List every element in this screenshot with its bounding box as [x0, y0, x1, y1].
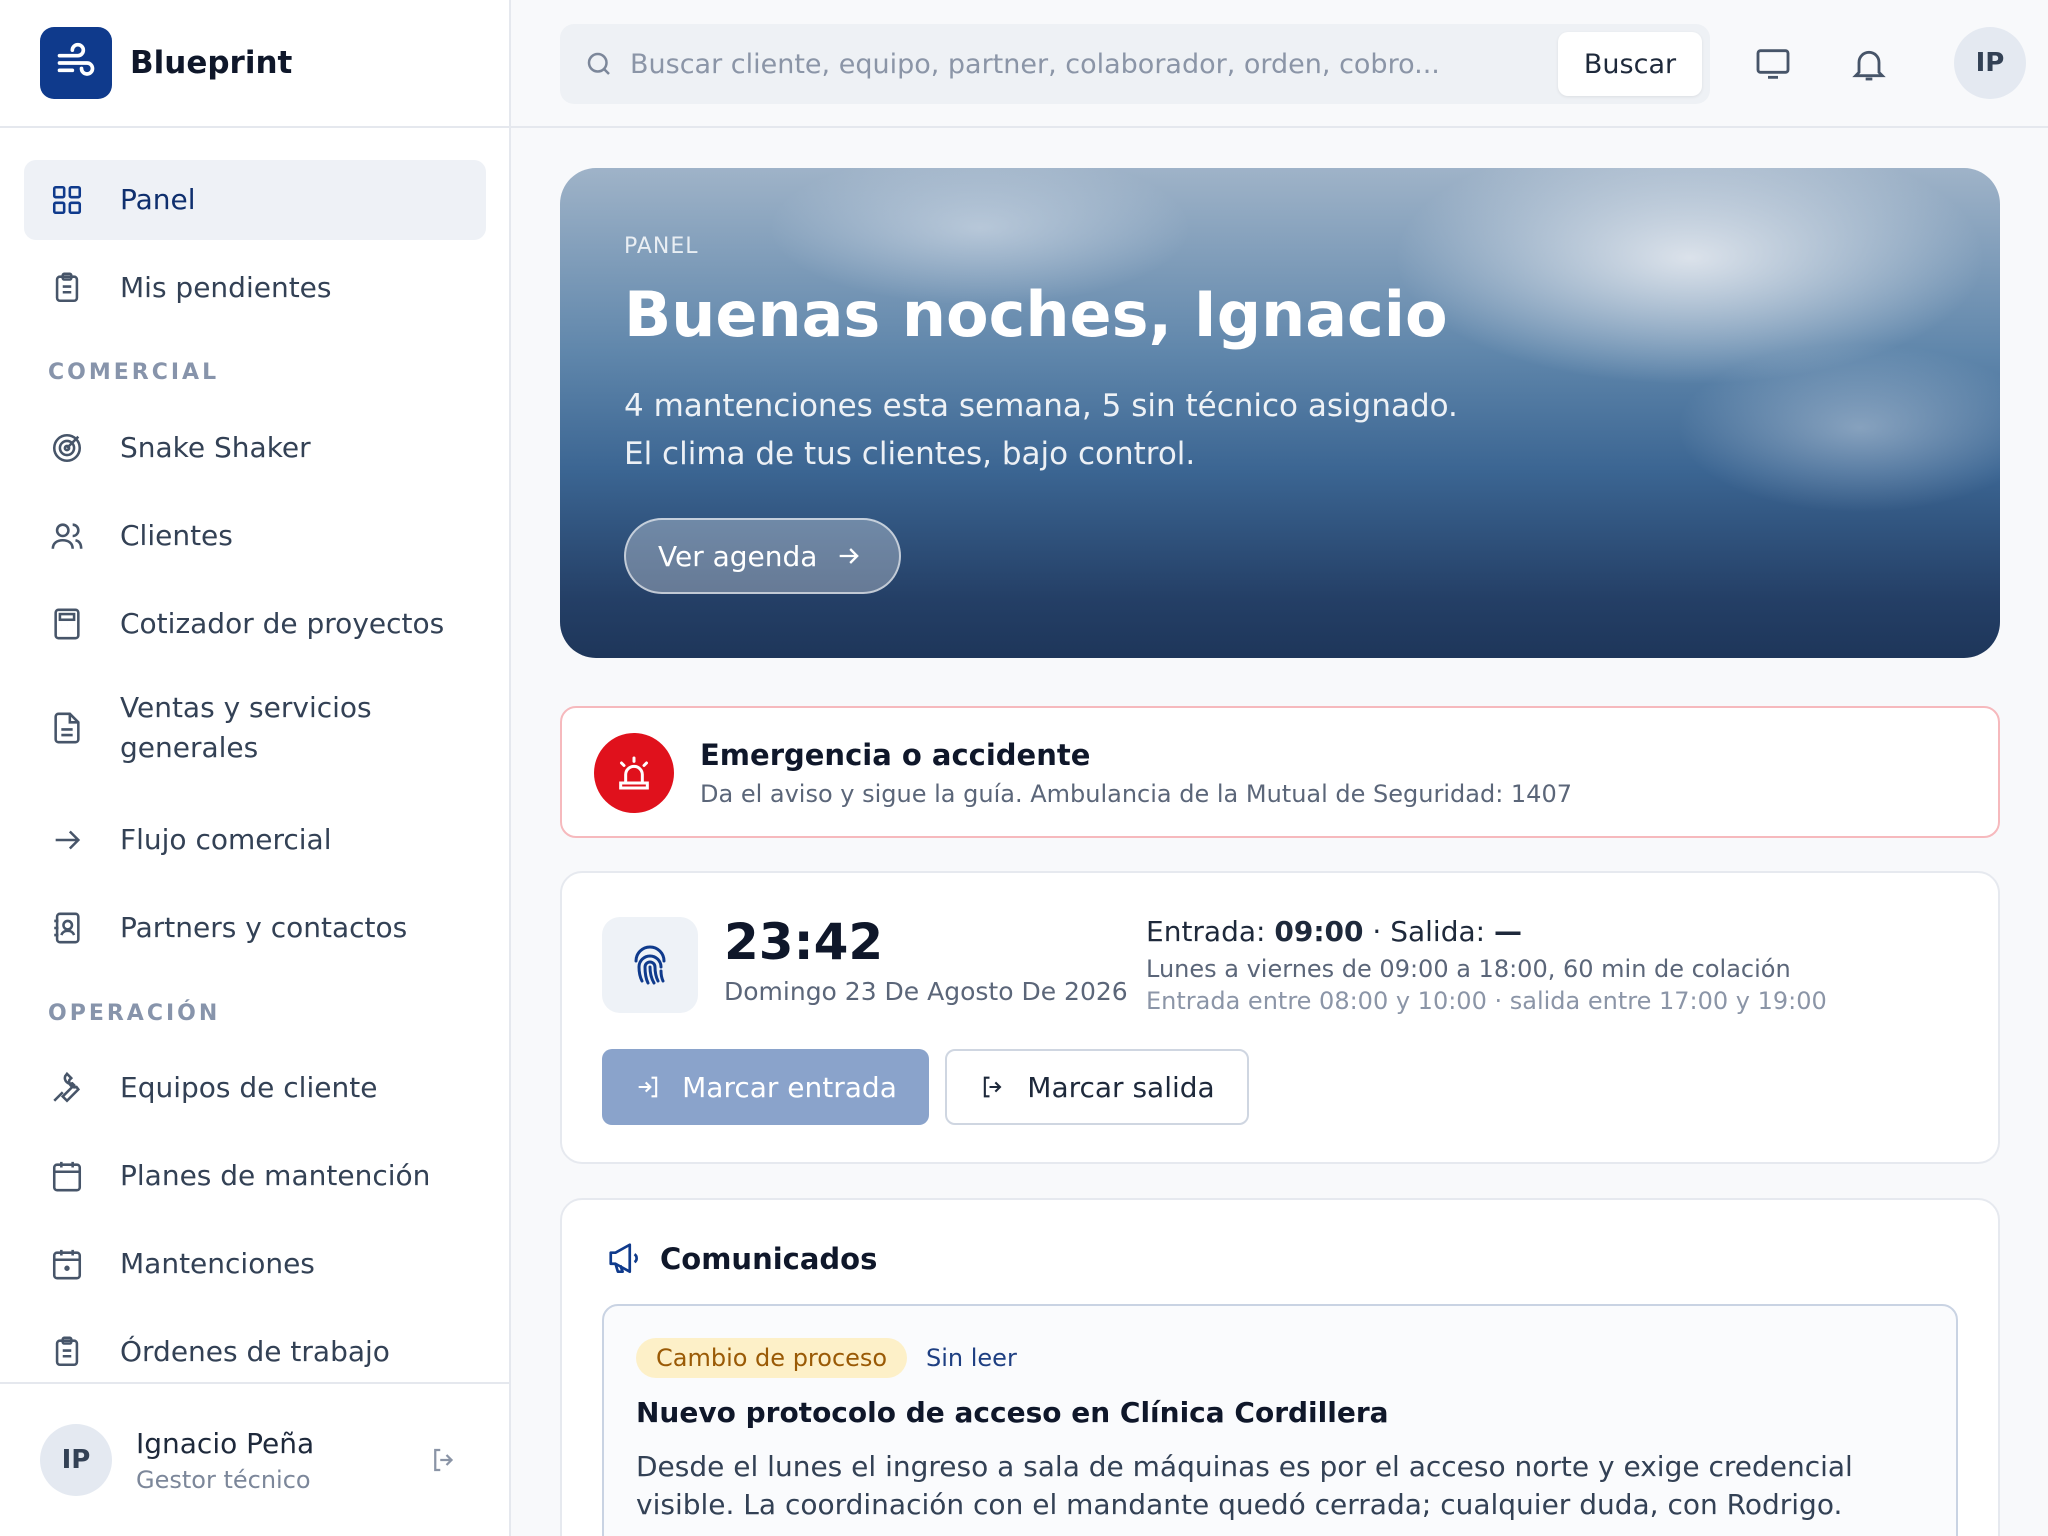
sidebar-item-label: Ventas y servicios generales	[120, 691, 372, 764]
sidebar: Blueprint Panel Mis pendientes COMERCIAL…	[0, 0, 511, 1536]
file-icon	[54, 712, 80, 744]
target-icon	[52, 433, 82, 463]
communications-title: Comunicados	[660, 1242, 878, 1276]
announcement-item[interactable]: Cambio de proceso Sin leer Nuevo protoco…	[602, 1304, 1958, 1536]
category-badge: Cambio de proceso	[636, 1338, 908, 1378]
logout-icon[interactable]	[429, 1445, 459, 1475]
brand[interactable]: Blueprint	[0, 0, 509, 128]
sidebar-item-snake-shaker[interactable]: Snake Shaker	[24, 408, 486, 488]
sidebar-item-label: Partners y contactos	[120, 911, 408, 944]
sidebar-item-label: Snake Shaker	[120, 431, 311, 464]
clipboard-list-icon	[55, 1336, 79, 1367]
sidebar-item-label: Clientes	[120, 519, 233, 552]
emergency-description: Da el aviso y sigue la guía. Ambulancia …	[700, 780, 1572, 808]
clock-out-label: Marcar salida	[1027, 1070, 1215, 1104]
clipboard-icon	[55, 272, 79, 303]
entry-value: 09:00	[1274, 915, 1364, 948]
section-label-operacion: OPERACIÓN	[48, 1001, 221, 1026]
contact-book-icon	[54, 912, 80, 944]
clock-in-button[interactable]: Marcar entrada	[602, 1049, 929, 1125]
attendance-card: 23:42 Domingo 23 De Agosto De 2026 Entra…	[560, 871, 2000, 1164]
logout-icon	[984, 1076, 1002, 1098]
fingerprint-icon	[602, 917, 698, 1013]
sidebar-item-label: Flujo comercial	[120, 823, 332, 856]
ver-agenda-label: Ver agenda	[658, 539, 818, 573]
sidebar-item-label: Panel	[120, 183, 196, 216]
current-time: 23:42	[724, 913, 884, 971]
sidebar-item-clientes[interactable]: Clientes	[24, 496, 486, 576]
megaphone-icon	[609, 1243, 638, 1274]
entry-label: Entrada:	[1146, 915, 1266, 948]
wrench-icon	[53, 1071, 81, 1103]
bell-icon[interactable]	[1849, 44, 1889, 84]
communications-card: Comunicados Cambio de proceso Sin leer N…	[560, 1198, 2000, 1536]
sidebar-item-label: Mis pendientes	[120, 271, 332, 304]
hero-title: Buenas noches, Ignacio	[624, 278, 1448, 351]
unread-status: Sin leer	[926, 1344, 1017, 1372]
sidebar-item-label: Cotizador de proyectos	[120, 607, 445, 640]
user-profile[interactable]: IP Ignacio Peña Gestor técnico	[0, 1382, 509, 1536]
users-icon	[51, 523, 83, 549]
emergency-card[interactable]: Emergencia o accidente Da el aviso y sig…	[560, 706, 2000, 838]
emergency-title: Emergencia o accidente	[700, 738, 1091, 772]
search-input[interactable]	[630, 48, 1530, 80]
search-icon	[587, 52, 610, 75]
monitor-icon[interactable]	[1753, 44, 1793, 84]
sidebar-item-label: Planes de mantención	[120, 1159, 431, 1192]
current-date: Domingo 23 De Agosto De 2026	[724, 977, 1128, 1006]
search-button[interactable]: Buscar	[1558, 32, 1702, 96]
grid-icon	[52, 185, 82, 215]
sidebar-item-ordenes[interactable]: Órdenes de trabajo	[24, 1312, 486, 1392]
hero-subtitle-line: El clima de tus clientes, bajo control.	[624, 436, 1196, 472]
brand-name: Blueprint	[130, 45, 293, 81]
ver-agenda-button[interactable]: Ver agenda	[624, 518, 902, 594]
search-bar: Buscar	[560, 24, 1710, 104]
topbar: Buscar IP	[511, 0, 2048, 128]
user-name: Ignacio Peña	[136, 1426, 315, 1460]
sidebar-item-cotizador[interactable]: Cotizador de proyectos	[24, 584, 486, 664]
schedule-window-text: Entrada entre 08:00 y 10:00 · salida ent…	[1146, 987, 1827, 1015]
avatar: IP	[40, 1424, 112, 1496]
schedule-text: Lunes a viernes de 09:00 a 18:00, 60 min…	[1146, 955, 1791, 983]
sidebar-item-label: Mantenciones	[120, 1247, 315, 1280]
user-role: Gestor técnico	[136, 1465, 311, 1494]
announcement-title: Nuevo protocolo de acceso en Clínica Cor…	[636, 1396, 1389, 1429]
section-label-comercial: COMERCIAL	[48, 360, 220, 385]
sidebar-item-partners[interactable]: Partners y contactos	[24, 888, 486, 968]
hero-subtitle: 4 mantenciones esta semana, 5 sin técnic…	[624, 382, 1624, 478]
sidebar-item-panel[interactable]: Panel	[24, 160, 486, 240]
sidebar-item-mantenciones[interactable]: Mantenciones	[24, 1224, 486, 1304]
sidebar-item-ventas[interactable]: Ventas y servicios generales	[24, 672, 486, 784]
user-avatar-button[interactable]: IP	[1954, 27, 2026, 99]
exit-label: Salida:	[1390, 915, 1486, 948]
arrow-right-icon	[55, 830, 81, 850]
sidebar-item-label: Equipos de cliente	[120, 1071, 378, 1104]
wind-logo-icon	[40, 27, 112, 99]
hero-subtitle-line: 4 mantenciones esta semana, 5 sin técnic…	[624, 388, 1458, 424]
hero-eyebrow: PANEL	[624, 234, 699, 259]
announcement-body: Desde el lunes el ingreso a sala de máqu…	[636, 1450, 1853, 1521]
sidebar-item-label: Órdenes de trabajo	[120, 1335, 390, 1368]
separator: ·	[1363, 915, 1391, 948]
sidebar-item-equipos[interactable]: Equipos de cliente	[24, 1048, 486, 1128]
arrow-right-icon	[840, 548, 860, 564]
clock-in-label: Marcar entrada	[682, 1070, 897, 1104]
siren-icon	[594, 733, 674, 813]
clock-out-button[interactable]: Marcar salida	[945, 1049, 1249, 1125]
calculator-icon	[54, 608, 80, 640]
login-icon	[638, 1076, 658, 1098]
sidebar-item-mis-pendientes[interactable]: Mis pendientes	[24, 248, 486, 328]
calendar-dot-icon	[52, 1249, 82, 1280]
exit-value: —	[1493, 915, 1522, 948]
calendar-grid-icon	[52, 1161, 82, 1192]
shift-summary: Entrada: 09:00 · Salida: —	[1146, 915, 1522, 948]
sidebar-item-flujo-comercial[interactable]: Flujo comercial	[24, 800, 486, 880]
sidebar-item-planes[interactable]: Planes de mantención	[24, 1136, 486, 1216]
hero-banner: PANEL Buenas noches, Ignacio 4 mantencio…	[560, 168, 2000, 658]
